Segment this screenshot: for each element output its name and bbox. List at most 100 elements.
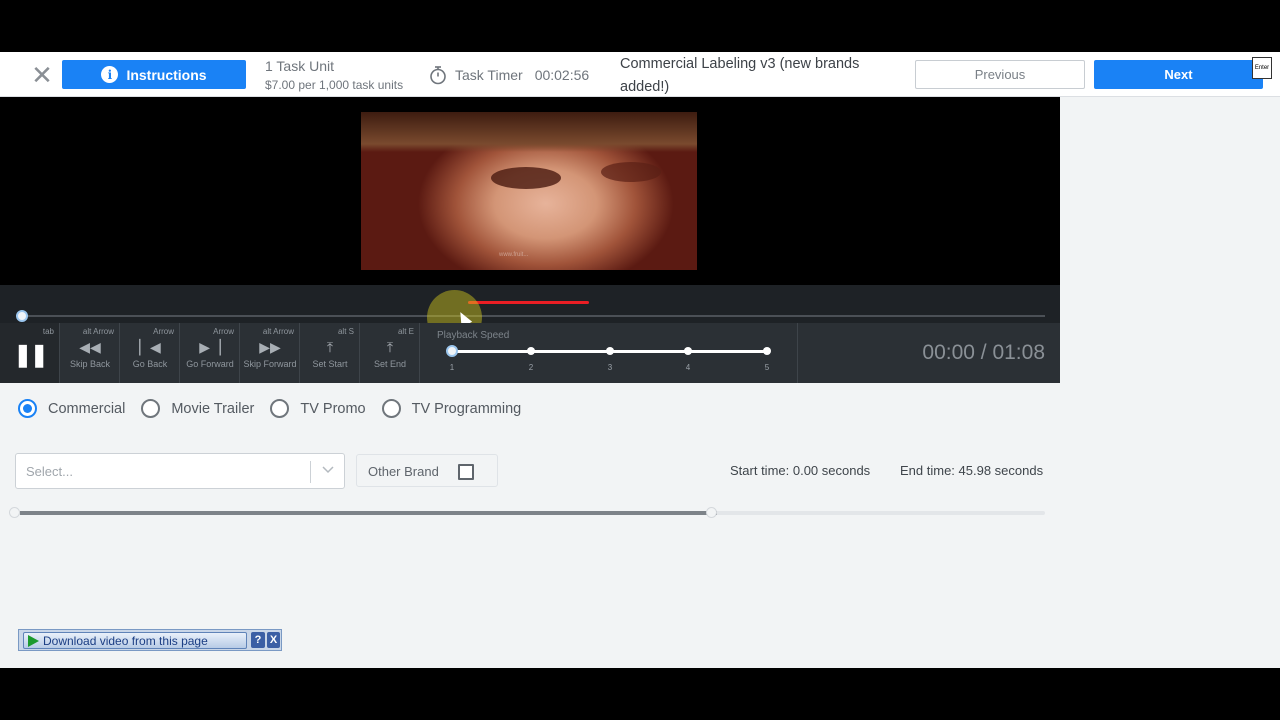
other-brand-toggle[interactable]: Other Brand	[356, 454, 498, 487]
radio-movie-trailer[interactable]: Movie Trailer	[141, 399, 254, 418]
video-player[interactable]: www.fruit...	[0, 97, 1060, 285]
pause-icon: ❚❚	[13, 342, 49, 367]
speed-stop[interactable]	[606, 347, 614, 355]
task-unit-title: 1 Task Unit	[265, 58, 334, 74]
timer-value: 00:02:56	[534, 67, 590, 83]
task-unit-rate: $7.00 per 1,000 task units	[265, 78, 404, 92]
task-timer: Task Timer 00:02:56	[429, 65, 589, 85]
frame-hair-shape	[361, 112, 697, 152]
play-icon	[28, 634, 39, 647]
task-title: Commercial Labeling v3 (new brands added…	[620, 56, 860, 95]
go-back-label: Go Back	[132, 359, 168, 369]
set-start-hotkey: alt S	[337, 327, 354, 336]
select-divider	[310, 461, 311, 483]
close-button[interactable]: X	[267, 632, 280, 648]
set-start-button[interactable]: alt S ⤒ Set Start	[300, 323, 360, 383]
pause-hotkey: tab	[42, 327, 54, 336]
step-forward-icon: ▶▕	[199, 339, 221, 355]
skip-back-label: Skip Back	[69, 359, 111, 369]
other-brand-checkbox[interactable]	[458, 464, 474, 480]
frame-eye-right	[601, 162, 661, 182]
fast-forward-icon: ▶▶	[259, 339, 281, 355]
radio-label: TV Promo	[300, 400, 366, 417]
video-timeline[interactable]	[0, 285, 1060, 345]
go-back-button[interactable]: Arrow ▏◀ Go Back	[120, 323, 180, 383]
other-brand-label: Other Brand	[368, 464, 439, 479]
radio-circle[interactable]	[141, 399, 161, 418]
radio-tv-promo[interactable]: TV Promo	[270, 399, 366, 418]
speed-tick: 2	[528, 363, 534, 372]
speed-tick: 3	[607, 363, 613, 372]
download-video-button[interactable]: Download video from this page	[23, 632, 247, 649]
brand-select-placeholder: Select...	[26, 464, 73, 479]
timecode: 00:00 / 01:08	[922, 341, 1045, 364]
brand-select[interactable]: Select...	[15, 453, 345, 489]
radio-label: Commercial	[48, 400, 126, 417]
range-fill	[20, 511, 717, 515]
set-start-label: Set Start	[312, 359, 348, 369]
speed-stop[interactable]	[763, 347, 771, 355]
go-forward-button[interactable]: Arrow ▶▕ Go Forward	[180, 323, 240, 383]
pause-button[interactable]: tab ❚❚	[0, 323, 60, 383]
range-end-handle[interactable]	[706, 507, 717, 518]
go-forward-label: Go Forward	[186, 359, 234, 369]
speed-tick: 1	[449, 363, 455, 372]
video-watermark: www.fruit...	[499, 252, 529, 258]
end-time: End time: 45.98 seconds	[900, 463, 1044, 478]
go-forward-hotkey: Arrow	[213, 327, 234, 336]
set-start-icon: ⤒	[326, 339, 334, 355]
range-start-handle[interactable]	[9, 507, 20, 518]
playback-speed-slider[interactable]: Playback Speed 1 2 3 4 5	[422, 323, 798, 383]
task-unit-info: 1 Task Unit $7.00 per 1,000 task units	[265, 58, 403, 92]
skip-forward-label: Skip Forward	[243, 359, 297, 369]
frame-eye-left	[491, 167, 561, 189]
radio-circle[interactable]	[381, 399, 401, 418]
category-radio-group: Commercial Movie Trailer TV Promo TV Pro…	[18, 399, 537, 418]
timeline-playhead[interactable]	[16, 310, 28, 322]
radio-label: Movie Trailer	[171, 400, 255, 417]
radio-commercial[interactable]: Commercial	[18, 399, 125, 418]
step-back-icon: ▏◀	[139, 339, 161, 355]
app-frame: ✕ i Instructions 1 Task Unit $7.00 per 1…	[0, 52, 1280, 668]
download-toolbar: Download video from this page ? X	[18, 629, 282, 651]
speed-stop[interactable]	[527, 347, 535, 355]
stopwatch-icon	[430, 66, 446, 85]
download-label: Download video from this page	[43, 633, 208, 648]
skip-forward-hotkey: alt Arrow	[262, 327, 294, 336]
chevron-down-icon[interactable]	[320, 461, 336, 477]
help-button[interactable]: ?	[251, 632, 265, 648]
set-end-hotkey: alt E	[397, 327, 414, 336]
set-end-label: Set End	[373, 359, 407, 369]
instructions-button[interactable]: i Instructions	[62, 60, 246, 89]
speed-stop[interactable]	[684, 347, 692, 355]
player-controls: tab ❚❚ alt Arrow ◀◀ Skip Back Arrow ▏◀ G…	[0, 323, 1060, 383]
skip-forward-button[interactable]: alt Arrow ▶▶ Skip Forward	[240, 323, 300, 383]
header-bar: ✕ i Instructions 1 Task Unit $7.00 per 1…	[0, 52, 1280, 97]
segment-marker	[468, 301, 589, 304]
segment-range-slider[interactable]	[9, 507, 1045, 518]
go-back-hotkey: Arrow	[153, 327, 174, 336]
rewind-icon: ◀◀	[79, 339, 101, 355]
radio-circle[interactable]	[18, 399, 37, 418]
info-icon: i	[101, 66, 119, 83]
next-button[interactable]: Next	[1094, 60, 1263, 89]
skip-back-button[interactable]: alt Arrow ◀◀ Skip Back	[60, 323, 120, 383]
segment-times: Start time: 0.00 seconds End time: 45.98…	[730, 463, 1043, 478]
video-frame: www.fruit...	[361, 112, 697, 270]
playback-speed-label: Playback Speed	[437, 330, 510, 341]
radio-label: TV Programming	[411, 400, 522, 417]
start-time: Start time: 0.00 seconds	[730, 463, 871, 478]
instructions-label: Instructions	[126, 66, 207, 83]
timer-label: Task Timer	[455, 67, 523, 83]
timeline-track[interactable]	[22, 315, 1045, 317]
speed-handle[interactable]	[446, 345, 458, 357]
radio-tv-programming[interactable]: TV Programming	[381, 399, 522, 418]
close-icon[interactable]: ✕	[30, 62, 54, 88]
set-end-button[interactable]: alt E ⤒ Set End	[360, 323, 420, 383]
set-end-icon: ⤒	[386, 339, 394, 355]
skip-back-hotkey: alt Arrow	[82, 327, 114, 336]
speed-tick: 5	[764, 363, 770, 372]
speed-tick: 4	[685, 363, 691, 372]
previous-button[interactable]: Previous	[915, 60, 1085, 89]
radio-circle[interactable]	[270, 399, 290, 418]
